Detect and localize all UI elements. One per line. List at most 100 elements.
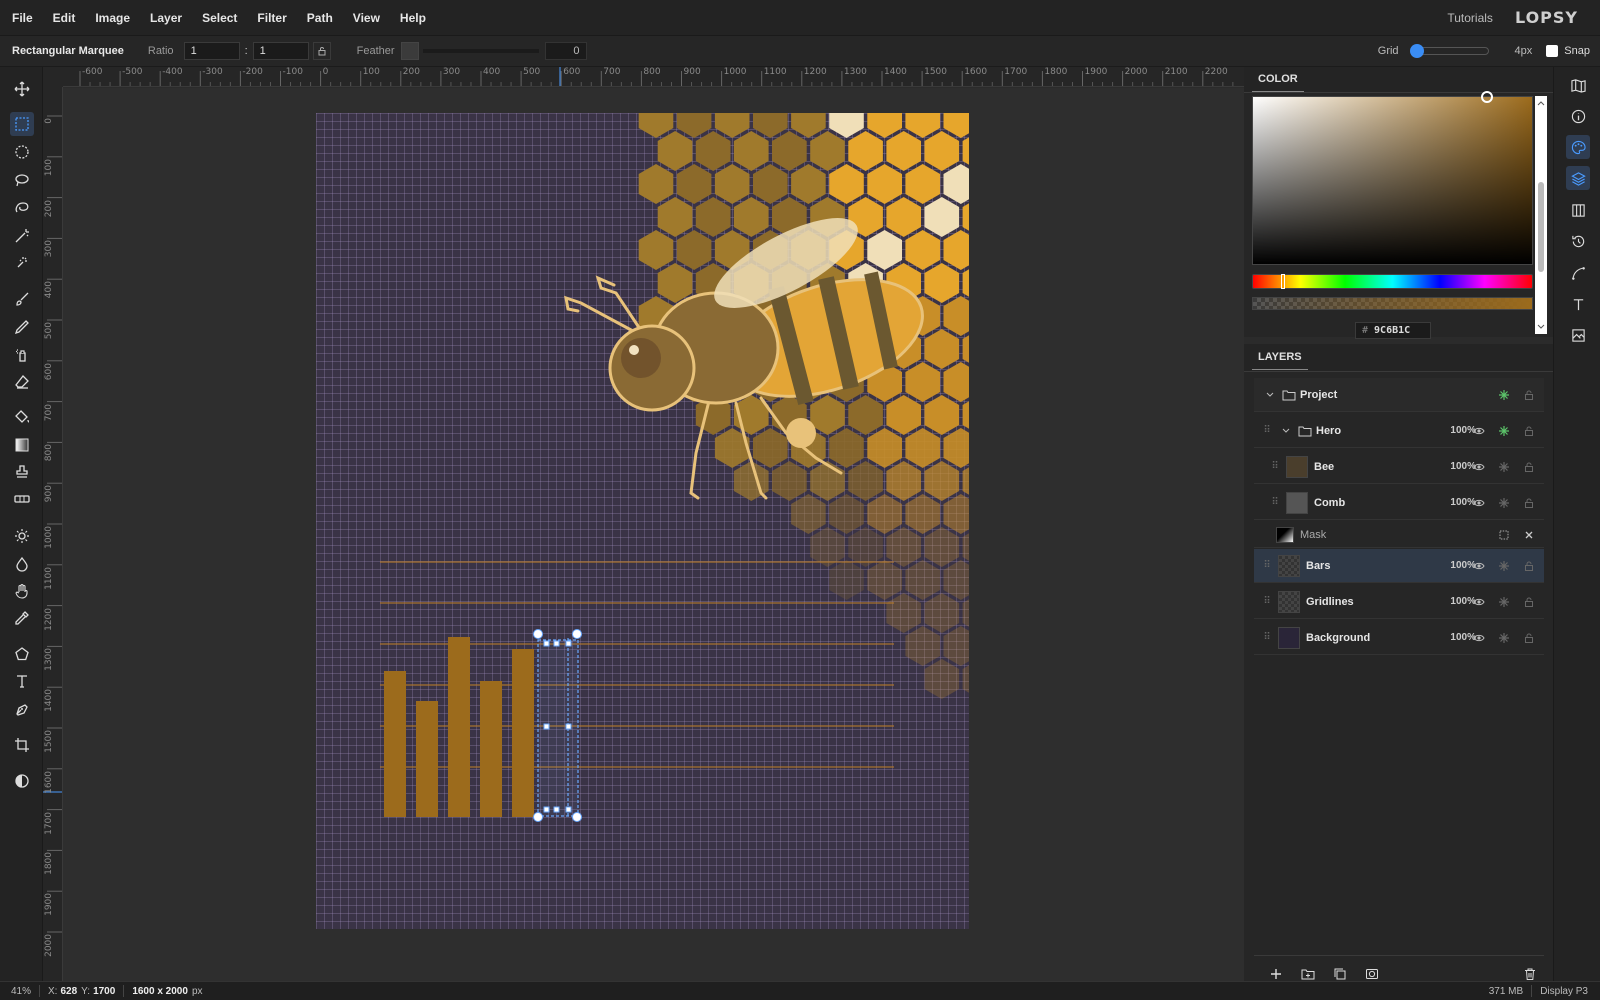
alpha-slider[interactable] <box>1252 297 1533 310</box>
drag-handle-icon[interactable]: ⠿ <box>1262 560 1272 571</box>
eraser-tool[interactable] <box>10 370 34 394</box>
crop-tool[interactable] <box>10 733 34 757</box>
visibility-toggle[interactable] <box>1472 496 1486 510</box>
contrast-tool[interactable] <box>10 769 34 793</box>
visibility-toggle[interactable] <box>1472 631 1486 645</box>
menu-image[interactable]: Image <box>87 11 138 25</box>
layer-row-hero[interactable]: ⠿ Hero 100% <box>1254 414 1544 448</box>
rect-marquee-tool[interactable] <box>10 112 34 136</box>
text-tool[interactable] <box>10 669 34 693</box>
brush-tool[interactable] <box>10 287 34 311</box>
layer-fx-button[interactable] <box>1497 595 1511 609</box>
saturation-value-picker[interactable] <box>1252 91 1533 265</box>
layer-lock-button[interactable] <box>1522 424 1536 438</box>
grid-slider-knob[interactable] <box>1409 44 1424 58</box>
visibility-toggle[interactable] <box>1472 460 1486 474</box>
layer-row-gridlines[interactable]: ⠿ Gridlines 100% <box>1254 585 1544 619</box>
feather-value-input[interactable]: 0 <box>544 42 587 60</box>
sv-picker-knob[interactable] <box>1481 91 1493 103</box>
layer-fx-button[interactable] <box>1497 496 1511 510</box>
image-adjust-button[interactable] <box>1566 323 1590 347</box>
color-panel-tab[interactable]: COLOR <box>1244 67 1553 93</box>
layer-fx-button[interactable] <box>1497 424 1511 438</box>
ratio-lock-button[interactable] <box>312 42 331 60</box>
mask-delete-button[interactable] <box>1522 528 1536 542</box>
drag-handle-icon[interactable]: ⠿ <box>1270 497 1280 508</box>
visibility-toggle[interactable] <box>1472 559 1486 573</box>
eyedropper-tool[interactable] <box>10 606 34 630</box>
layer-row-project[interactable]: Project <box>1254 378 1544 412</box>
feather-slider-handle[interactable] <box>400 42 419 60</box>
quick-select-tool[interactable] <box>10 251 34 275</box>
grid-size-slider[interactable] <box>1409 44 1489 58</box>
type-panel-button[interactable] <box>1566 292 1590 316</box>
layer-lock-button[interactable] <box>1522 595 1536 609</box>
bar-1[interactable] <box>384 671 406 817</box>
healing-tool[interactable] <box>10 487 34 511</box>
layer-row-background[interactable]: ⠿ Background 100% <box>1254 621 1544 655</box>
feather-slider[interactable] <box>422 49 539 53</box>
layer-row-mask[interactable]: Mask <box>1254 522 1544 548</box>
spray-tool[interactable] <box>10 343 34 367</box>
dodge-tool[interactable] <box>10 524 34 548</box>
hex-color-input[interactable]: #9C6B1C <box>1355 322 1431 339</box>
layers-panel-tab[interactable]: LAYERS <box>1244 344 1553 372</box>
layer-fx-button[interactable] <box>1497 460 1511 474</box>
layer-fx-button[interactable] <box>1497 559 1511 573</box>
bar-2[interactable] <box>416 701 438 817</box>
fill-bucket-tool[interactable] <box>10 405 34 429</box>
layer-lock-button[interactable] <box>1522 388 1536 402</box>
menu-file[interactable]: File <box>4 11 41 25</box>
menu-select[interactable]: Select <box>194 11 245 25</box>
layers-panel-button[interactable] <box>1566 166 1590 190</box>
chevron-down-icon[interactable] <box>1264 389 1276 401</box>
drag-handle-icon[interactable]: ⠿ <box>1270 461 1280 472</box>
menu-path[interactable]: Path <box>299 11 341 25</box>
scroll-down-icon[interactable] <box>1535 322 1547 332</box>
menu-view[interactable]: View <box>345 11 388 25</box>
burn-tool[interactable] <box>10 552 34 576</box>
layer-row-comb[interactable]: ⠿ Comb 100% <box>1254 486 1544 520</box>
smudge-tool[interactable] <box>10 579 34 603</box>
mask-select-button[interactable] <box>1497 528 1511 542</box>
drag-handle-icon[interactable]: ⠿ <box>1262 596 1272 607</box>
selection-handles[interactable] <box>533 629 582 822</box>
hue-slider[interactable] <box>1252 274 1533 289</box>
visibility-toggle[interactable] <box>1472 424 1486 438</box>
visibility-toggle[interactable] <box>1472 595 1486 609</box>
zoom-level[interactable]: 41% <box>11 986 31 997</box>
hue-slider-knob[interactable] <box>1281 274 1285 289</box>
layer-row-bee[interactable]: ⠿ Bee 100% <box>1254 450 1544 484</box>
layer-lock-button[interactable] <box>1522 631 1536 645</box>
drag-handle-icon[interactable]: ⠿ <box>1262 632 1272 643</box>
magic-wand-tool[interactable] <box>10 224 34 248</box>
pencil-tool[interactable] <box>10 315 34 339</box>
color-panel-button[interactable] <box>1566 135 1590 159</box>
paths-panel-button[interactable] <box>1566 261 1590 285</box>
columns-panel-button[interactable] <box>1566 198 1590 222</box>
menu-layer[interactable]: Layer <box>142 11 190 25</box>
history-panel-button[interactable] <box>1566 229 1590 253</box>
layer-lock-button[interactable] <box>1522 496 1536 510</box>
tutorials-link[interactable]: Tutorials <box>1447 11 1493 25</box>
move-tool[interactable] <box>10 77 34 101</box>
document-canvas[interactable] <box>316 113 969 929</box>
layer-row-bars[interactable]: ⠿ Bars 100% <box>1254 549 1544 583</box>
ratio-height-input[interactable]: 1 <box>252 42 309 60</box>
menu-help[interactable]: Help <box>392 11 434 25</box>
bar-3[interactable] <box>448 637 470 817</box>
map-panel-button[interactable] <box>1566 73 1590 97</box>
bar-5[interactable] <box>512 649 534 817</box>
layer-lock-button[interactable] <box>1522 460 1536 474</box>
layer-lock-button[interactable] <box>1522 559 1536 573</box>
ellipse-marquee-tool[interactable] <box>10 140 34 164</box>
lasso-tool[interactable] <box>10 168 34 192</box>
chevron-down-icon[interactable] <box>1280 425 1292 437</box>
polygon-tool[interactable] <box>10 642 34 666</box>
info-panel-button[interactable] <box>1566 104 1590 128</box>
color-panel-scrollbar[interactable] <box>1535 96 1547 334</box>
pen-tool[interactable] <box>10 697 34 721</box>
scrollbar-thumb[interactable] <box>1538 182 1544 272</box>
layer-fx-button[interactable] <box>1497 631 1511 645</box>
stamp-tool[interactable] <box>10 460 34 484</box>
